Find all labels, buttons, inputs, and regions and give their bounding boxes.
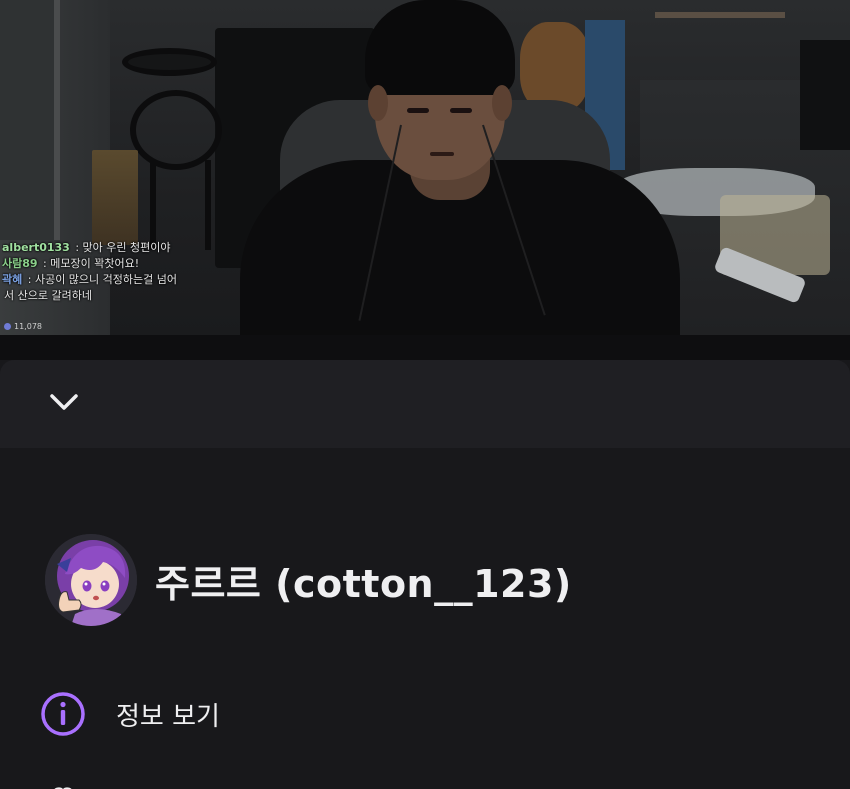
streamer-ear xyxy=(368,85,388,121)
chat-username: 곽혜 xyxy=(2,273,23,286)
menu-item-view-info[interactable]: 정보 보기 xyxy=(38,686,818,742)
collapse-button[interactable] xyxy=(40,380,88,424)
video-player[interactable]: albert0133 : 맞아 우린 청편이야 사람89 : 메모장이 꽉찻어요… xyxy=(0,0,850,335)
streamer-ear xyxy=(492,85,512,121)
sheet-header xyxy=(0,360,850,448)
viewer-count-value: 11,078 xyxy=(14,322,42,331)
background-shelf xyxy=(655,12,785,18)
chat-message: 곽혜 : 사공이 많으니 걱정하는걸 넘어 xyxy=(2,273,178,286)
menu-item-label: 정보 보기 xyxy=(116,701,220,732)
more-icon xyxy=(38,768,88,789)
viewer-count: 11,078 xyxy=(4,322,42,331)
background-stool-leg xyxy=(150,160,156,250)
streamer-hair xyxy=(365,0,515,95)
profile-display-name: 주르르 (cotton__123) xyxy=(155,561,572,606)
chat-text: 사공이 많으니 걱정하는걸 넘어 xyxy=(34,273,178,286)
background-stool-ring xyxy=(130,90,222,170)
profile-row: 주르르 (cotton__123) xyxy=(45,530,830,630)
background-stool-leg xyxy=(205,160,211,250)
app-root: albert0133 : 맞아 우린 청편이야 사람89 : 메모장이 꽉찻어요… xyxy=(0,0,850,789)
streamer-eye xyxy=(450,108,472,113)
background-window xyxy=(0,0,60,240)
sheet-backdrop xyxy=(0,335,850,360)
chevron-down-icon xyxy=(50,394,78,410)
chat-text: 메모장이 꽉찻어요! xyxy=(50,257,140,270)
avatar-image xyxy=(45,534,137,626)
background-monitor xyxy=(800,40,850,150)
streamer-eye xyxy=(407,108,429,113)
chat-text: 맞아 우린 청편이야 xyxy=(82,241,171,254)
background-box xyxy=(92,150,138,245)
background-stool-seat xyxy=(122,48,217,76)
chat-message: albert0133 : 맞아 우린 청편이야 xyxy=(2,241,171,254)
chat-message: 사람89 : 메모장이 꽉찻어요! xyxy=(2,257,140,270)
chat-username: 사람89 xyxy=(2,257,38,270)
chat-username: albert0133 xyxy=(2,241,70,254)
menu-item-more[interactable] xyxy=(38,765,818,789)
streamer-mouth xyxy=(430,152,454,156)
viewer-icon xyxy=(4,323,11,330)
chat-message-continuation: 서 산으로 갈려하네 xyxy=(4,289,92,302)
chat-overlay: albert0133 : 맞아 우린 청편이야 사람89 : 메모장이 꽉찻어요… xyxy=(2,240,262,304)
info-icon xyxy=(38,689,88,739)
avatar[interactable] xyxy=(45,534,137,626)
background-plush xyxy=(520,22,590,112)
